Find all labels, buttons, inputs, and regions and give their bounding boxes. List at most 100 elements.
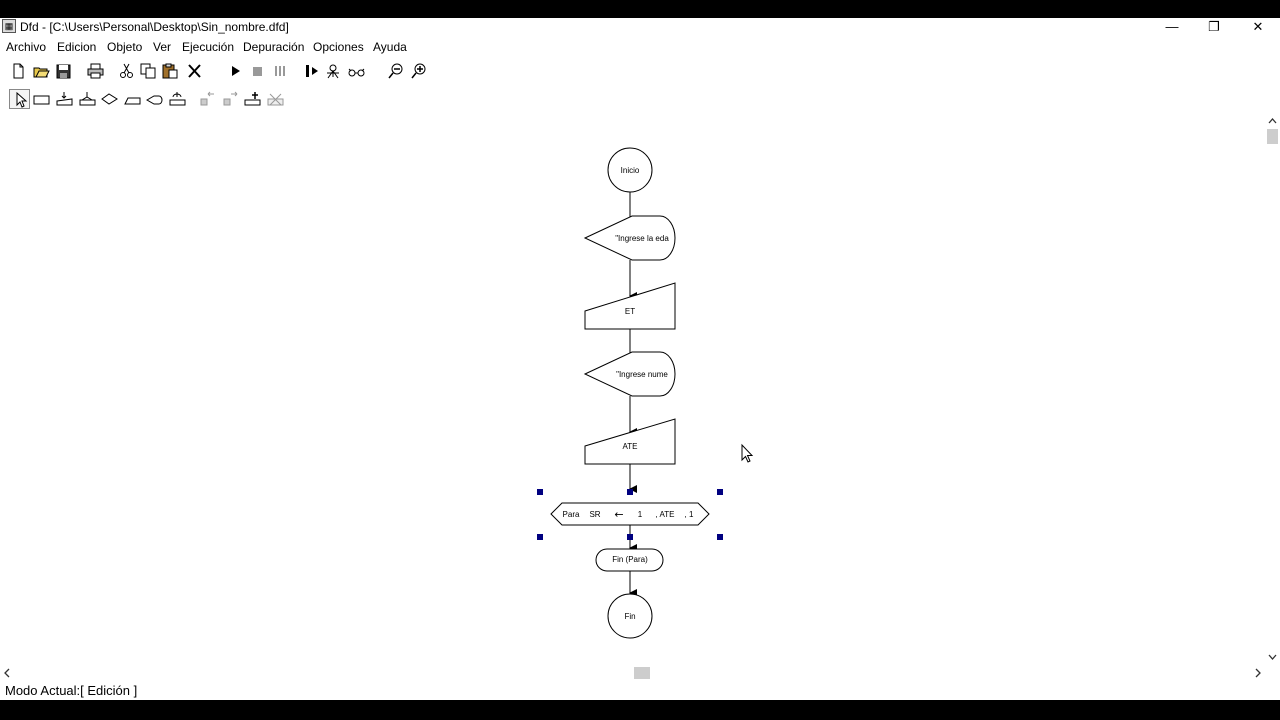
- objects-toolbar: [0, 86, 1280, 112]
- restore-button[interactable]: ❐: [1192, 18, 1236, 36]
- menu-bar: Archivo Edicion Objeto Ver Ejecución Dep…: [0, 37, 1280, 57]
- debug-icon: [327, 64, 339, 79]
- end-for-label: Fin (Para): [612, 555, 648, 564]
- paste-button[interactable]: [160, 61, 181, 81]
- subprogram-icon: [169, 92, 186, 106]
- assignment-icon: [33, 95, 50, 105]
- move-right-tool[interactable]: [220, 89, 241, 109]
- copy-icon: [140, 63, 156, 79]
- insert-tool[interactable]: [242, 89, 263, 109]
- stop-icon: [253, 67, 262, 76]
- while-tool[interactable]: [122, 89, 143, 109]
- scroll-down-icon[interactable]: [1268, 654, 1277, 660]
- step-button[interactable]: [301, 61, 322, 81]
- for-tool[interactable]: [144, 89, 165, 109]
- output-2-label: "Ingrese nume: [616, 370, 668, 379]
- watch-icon: [348, 68, 365, 77]
- for-node[interactable]: Para SR ← 1 , ATE , 1: [550, 502, 710, 526]
- handle-bottom-left[interactable]: [537, 534, 543, 540]
- menu-ayuda[interactable]: Ayuda: [373, 40, 407, 54]
- start-label: Inicio: [621, 166, 640, 175]
- vertical-scroll-thumb[interactable]: [1267, 129, 1278, 144]
- title-bar: ▦ Dfd - [C:\Users\Personal\Desktop\Sin_n…: [0, 18, 1280, 36]
- vertical-scrollbar[interactable]: [1265, 115, 1280, 663]
- horizontal-scrollbar-graphic: [4, 667, 1261, 679]
- new-file-button[interactable]: [8, 61, 29, 81]
- menu-archivo[interactable]: Archivo: [6, 40, 46, 54]
- run-button[interactable]: [225, 61, 246, 81]
- remove-tool[interactable]: [265, 89, 286, 109]
- dfd-app-icon[interactable]: ▦: [2, 19, 16, 33]
- standard-toolbar: [0, 58, 1280, 84]
- subprogram-tool[interactable]: [167, 89, 188, 109]
- output-tool[interactable]: [77, 89, 98, 109]
- move-left-icon: [200, 91, 214, 106]
- zoom-in-button[interactable]: [409, 61, 430, 81]
- remove-icon: [267, 93, 284, 106]
- output-1-label: "Ingrese la eda: [615, 234, 669, 243]
- read-2-label: ATE: [623, 442, 638, 451]
- pause-button[interactable]: [269, 61, 290, 81]
- zoom-in-icon: [411, 63, 426, 79]
- for-icon: [146, 95, 163, 105]
- handle-bottom-center[interactable]: [627, 534, 633, 540]
- end-for-node[interactable]: Fin (Para): [595, 548, 664, 572]
- print-button[interactable]: [85, 61, 106, 81]
- move-left-tool[interactable]: [197, 89, 218, 109]
- horizontal-scroll-thumb[interactable]: [634, 667, 650, 679]
- output-node-2[interactable]: "Ingrese nume: [583, 351, 676, 397]
- cut-icon: [120, 63, 133, 78]
- handle-top-left[interactable]: [537, 489, 543, 495]
- horizontal-scrollbar[interactable]: [0, 665, 1265, 681]
- delete-button[interactable]: [184, 61, 205, 81]
- step-icon: [306, 65, 318, 77]
- delete-icon: [188, 64, 201, 78]
- pause-icon: [275, 66, 285, 76]
- scroll-up-icon[interactable]: [1268, 118, 1277, 124]
- menu-ejecucion[interactable]: Ejecución: [182, 40, 234, 54]
- run-icon: [232, 66, 240, 76]
- flowchart-canvas[interactable]: Inicio "Ingrese la eda ET "Ingrese nume …: [0, 115, 1265, 663]
- output-node-1[interactable]: "Ingrese la eda: [583, 215, 676, 261]
- cut-button[interactable]: [116, 61, 137, 81]
- watch-button[interactable]: [346, 61, 367, 81]
- close-button[interactable]: ✕: [1236, 18, 1280, 36]
- pointer-tool[interactable]: [9, 89, 30, 109]
- scroll-left-icon[interactable]: [4, 668, 10, 678]
- pointer-icon: [16, 92, 28, 108]
- status-bar: Modo Actual:[ Edición ]: [0, 681, 1280, 700]
- save-icon: [56, 64, 71, 79]
- zoom-out-button[interactable]: [386, 61, 407, 81]
- for-keyword: Para: [563, 510, 580, 519]
- read-icon: [56, 92, 73, 106]
- menu-opciones[interactable]: Opciones: [313, 40, 364, 54]
- menu-ver[interactable]: Ver: [153, 40, 171, 54]
- status-mode-text: Modo Actual:[ Edición ]: [5, 683, 138, 698]
- app-window: ▦ Dfd - [C:\Users\Personal\Desktop\Sin_n…: [0, 18, 1280, 700]
- menu-objeto[interactable]: Objeto: [107, 40, 142, 54]
- debug-button[interactable]: [323, 61, 344, 81]
- for-init: 1: [638, 510, 643, 519]
- start-node[interactable]: Inicio: [607, 147, 653, 193]
- menu-depuracion[interactable]: Depuración: [243, 40, 304, 54]
- decision-tool[interactable]: [99, 89, 120, 109]
- insert-icon: [244, 92, 261, 106]
- vertical-scrollbar-graphic: [1267, 118, 1278, 660]
- minimize-button[interactable]: —: [1150, 18, 1194, 36]
- copy-button[interactable]: [138, 61, 159, 81]
- assignment-tool[interactable]: [31, 89, 52, 109]
- end-node[interactable]: Fin: [607, 593, 653, 639]
- read-tool[interactable]: [54, 89, 75, 109]
- open-button[interactable]: [31, 61, 52, 81]
- save-button[interactable]: [53, 61, 74, 81]
- handle-top-right[interactable]: [717, 489, 723, 495]
- handle-bottom-right[interactable]: [717, 534, 723, 540]
- menu-edicion[interactable]: Edicion: [57, 40, 96, 54]
- handle-top-center[interactable]: [627, 489, 633, 495]
- for-end: , ATE: [656, 510, 675, 519]
- mouse-cursor-icon: [741, 443, 754, 463]
- stop-button[interactable]: [247, 61, 268, 81]
- scroll-right-icon[interactable]: [1255, 668, 1261, 678]
- read-1-label: ET: [625, 307, 635, 316]
- end-label: Fin: [624, 612, 635, 621]
